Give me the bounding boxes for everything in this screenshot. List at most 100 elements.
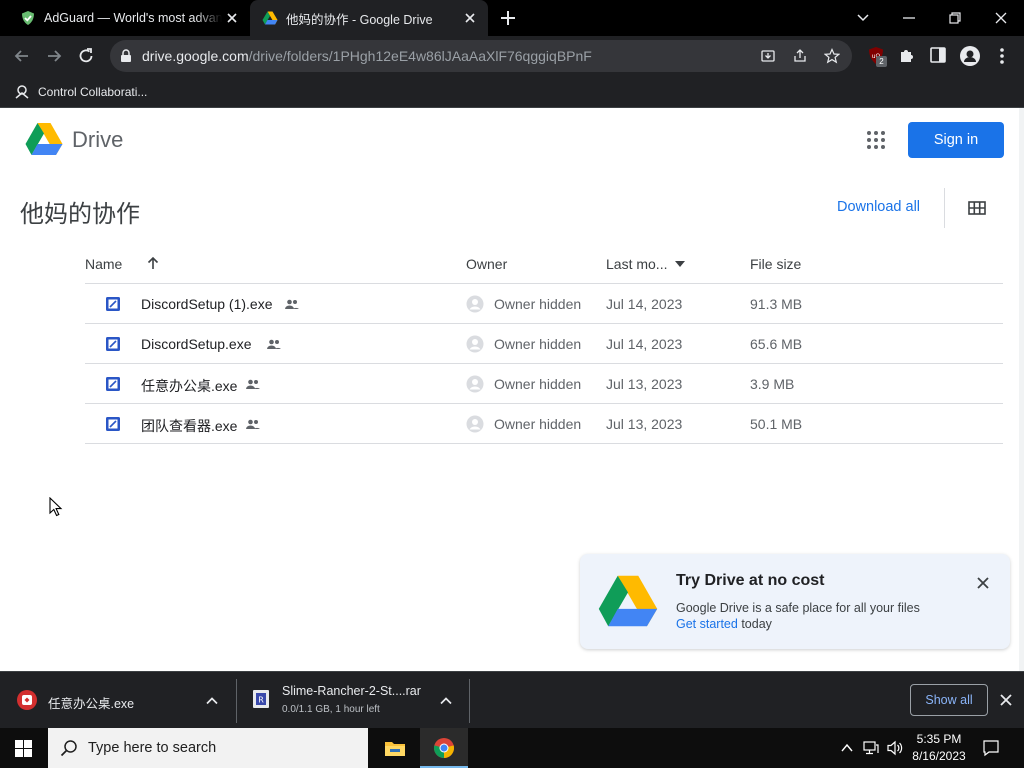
get-started-link[interactable]: Get started: [676, 617, 738, 631]
install-app-icon[interactable]: [760, 48, 776, 64]
close-window-icon[interactable]: [989, 6, 1013, 30]
ublock-extension-icon[interactable]: uO 2: [866, 46, 887, 67]
file-explorer-icon: [385, 742, 405, 756]
sign-in-button[interactable]: Sign in: [908, 122, 1004, 158]
url-path: /drive/folders/1PHgh12eE4w86lJAaAaXlF76q…: [248, 48, 592, 64]
bookmark-favicon-icon: [15, 85, 29, 99]
close-shelf-icon[interactable]: [999, 693, 1013, 707]
file-size-text: 3.9 MB: [750, 376, 795, 392]
sort-ascending-icon[interactable]: [145, 255, 161, 271]
bookmarks-bar: Control Collaborati...: [0, 76, 1024, 108]
exe-file-icon: [106, 297, 120, 311]
tray-chevron-up-icon[interactable]: [840, 742, 854, 754]
table-row[interactable]: 任意办公桌.exe Owner hidden Jul 13, 2023 3.9 …: [85, 364, 1003, 404]
last-modified-text: Jul 13, 2023: [606, 416, 683, 432]
download-item[interactable]: 任意办公桌.exe: [0, 672, 236, 729]
notifications-icon[interactable]: [982, 739, 1000, 757]
chrome-icon: [433, 738, 455, 758]
file-name: 团队查看器.exe: [141, 418, 238, 434]
tab-title: 他妈的协作 - Google Drive: [286, 12, 433, 27]
side-panel-icon[interactable]: [929, 46, 947, 64]
winrar-file-icon: R: [253, 690, 269, 708]
file-size-text: 50.1 MB: [750, 416, 803, 432]
tab-google-drive[interactable]: 他妈的协作 - Google Drive: [250, 0, 488, 36]
owner-text: Owner hidden: [494, 416, 582, 432]
google-drive-icon: [262, 11, 278, 25]
close-tab-icon[interactable]: [462, 10, 478, 26]
forward-icon[interactable]: [44, 46, 64, 66]
column-header-file-size[interactable]: File size: [750, 256, 801, 272]
new-tab-icon[interactable]: [498, 8, 518, 28]
show-all-downloads-button[interactable]: Show all: [910, 684, 988, 716]
exe-file-icon: [106, 417, 120, 431]
windows-taskbar: Type here to search 5:35 PM 8/16/2023: [0, 728, 1024, 768]
file-explorer-taskbar-button[interactable]: [370, 728, 418, 768]
network-icon[interactable]: [862, 740, 880, 756]
chevron-up-icon[interactable]: [205, 694, 219, 708]
reload-icon[interactable]: [76, 46, 96, 66]
extension-badge: 2: [876, 56, 887, 67]
chevron-up-icon[interactable]: [439, 694, 453, 708]
clock-date: 8/16/2023: [912, 749, 966, 763]
taskbar-clock[interactable]: 5:35 PM 8/16/2023: [908, 731, 970, 765]
taskbar-search-box[interactable]: Type here to search: [48, 728, 368, 768]
page-scrollbar[interactable]: [1019, 108, 1024, 671]
owner-text: Owner hidden: [494, 376, 582, 392]
google-drive-logo-icon: [598, 575, 658, 627]
download-item[interactable]: R Slime-Rancher-2-St....rar 0.0/1.1 GB, …: [237, 672, 469, 729]
sort-dropdown-icon[interactable]: [674, 260, 686, 268]
last-modified-text: Jul 13, 2023: [606, 376, 683, 392]
tab-title: AdGuard — World's most advanced: [44, 11, 222, 25]
extensions-puzzle-icon[interactable]: [898, 46, 916, 64]
file-size-text: 91.3 MB: [750, 296, 803, 312]
profile-avatar-icon[interactable]: [959, 45, 981, 67]
google-apps-grid-icon[interactable]: [866, 130, 886, 150]
column-header-owner[interactable]: Owner: [466, 256, 507, 272]
table-row[interactable]: DiscordSetup (1).exe Owner hidden Jul 14…: [85, 284, 1003, 324]
address-bar[interactable]: drive.google.com/drive/folders/1PHgh12eE…: [110, 40, 852, 72]
restore-icon[interactable]: [943, 6, 967, 30]
minimize-icon[interactable]: [897, 6, 921, 30]
bookmark-control-collaboration[interactable]: Control Collaborati...: [14, 82, 147, 102]
google-drive-logo-icon[interactable]: [25, 122, 63, 156]
owner-text: Owner hidden: [494, 296, 582, 312]
download-all-button[interactable]: Download all: [837, 199, 920, 215]
table-row[interactable]: 团队查看器.exe Owner hidden Jul 13, 2023 50.1…: [85, 404, 1003, 444]
url-host: drive.google.com: [142, 48, 249, 64]
shared-people-icon: [285, 299, 299, 309]
tab-search-chevron-icon[interactable]: [851, 6, 875, 30]
search-placeholder: Type here to search: [88, 740, 217, 756]
promo-cta-line: Get started today: [676, 617, 772, 631]
mouse-cursor-icon: [49, 497, 63, 517]
shared-people-icon: [267, 339, 281, 349]
anydesk-file-icon: [17, 690, 37, 710]
back-icon[interactable]: [12, 46, 32, 66]
download-shelf: 任意办公桌.exe R Slime-Rancher-2-St....rar 0.…: [0, 671, 1024, 728]
file-name: DiscordSetup (1).exe: [141, 296, 273, 312]
column-header-name[interactable]: Name: [85, 256, 122, 272]
drive-brand-title[interactable]: Drive: [72, 127, 123, 153]
try-drive-promo-card: Try Drive at no cost Google Drive is a s…: [580, 554, 1010, 649]
shared-people-icon: [246, 379, 260, 389]
download-progress-text: 0.0/1.1 GB, 1 hour left: [282, 704, 380, 715]
clock-time: 5:35 PM: [916, 732, 962, 746]
promo-description: Google Drive is a safe place for all you…: [676, 601, 920, 615]
windows-start-icon[interactable]: [15, 740, 32, 757]
close-promo-icon[interactable]: [976, 576, 990, 590]
bookmark-star-icon[interactable]: [824, 48, 840, 64]
volume-icon[interactable]: [886, 740, 904, 756]
share-icon[interactable]: [792, 48, 808, 64]
lock-icon[interactable]: [120, 49, 132, 63]
close-tab-icon[interactable]: [224, 10, 240, 26]
menu-kebab-icon[interactable]: [994, 46, 1010, 66]
chrome-taskbar-button[interactable]: [420, 728, 468, 768]
column-header-last-modified[interactable]: Last mo...: [606, 256, 667, 272]
tab-adguard[interactable]: AdGuard — World's most advanced: [0, 0, 250, 36]
exe-file-icon: [106, 377, 120, 391]
browser-toolbar: drive.google.com/drive/folders/1PHgh12eE…: [0, 36, 1024, 76]
table-row[interactable]: DiscordSetup.exe Owner hidden Jul 14, 20…: [85, 324, 1003, 364]
grid-view-icon[interactable]: [968, 201, 986, 215]
owner-avatar-icon: [466, 415, 484, 433]
search-icon: [60, 740, 77, 757]
url-text[interactable]: drive.google.com/drive/folders/1PHgh12eE…: [142, 48, 592, 64]
